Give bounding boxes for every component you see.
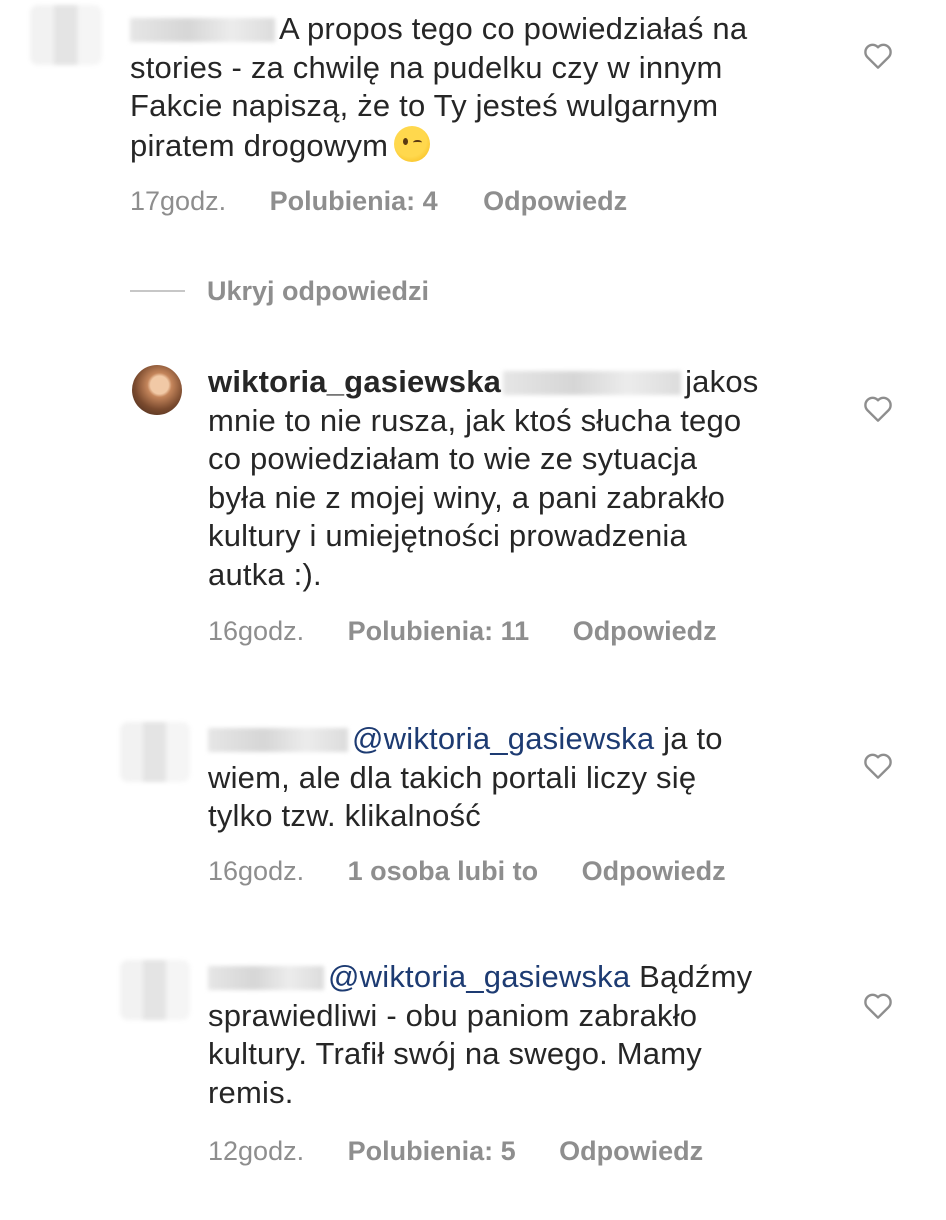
username[interactable]: wiktoria_gasiewska bbox=[208, 364, 501, 399]
timestamp: 12godz. bbox=[208, 1136, 305, 1166]
heart-outline-icon[interactable] bbox=[862, 990, 894, 1020]
comment-meta: 16godz. Polubienia: 11 Odpowiedz bbox=[208, 616, 717, 647]
comment-text: @wiktoria_gasiewska ja to wiem, ale dla … bbox=[208, 721, 723, 833]
reply-button[interactable]: Odpowiedz bbox=[559, 1136, 703, 1166]
heart-outline-icon[interactable] bbox=[862, 40, 894, 70]
avatar[interactable] bbox=[30, 5, 102, 65]
mention-link[interactable]: @wiktoria_gasiewska bbox=[352, 721, 654, 756]
comment-meta: 16godz. 1 osoba lubi to Odpowiedz bbox=[208, 856, 726, 887]
comment-text: @wiktoria_gasiewska Bądźmy sprawiedliwi … bbox=[208, 959, 753, 1110]
likes-count[interactable]: Polubienia: 11 bbox=[348, 616, 530, 646]
hide-replies-label: Ukryj odpowiedzi bbox=[207, 275, 430, 306]
reply-button[interactable]: Odpowiedz bbox=[582, 856, 726, 886]
comment-text: wiktoria_gasiewska jakos mnie to nie rusz… bbox=[208, 364, 759, 592]
comment-meta: 12godz. Polubienia: 5 Odpowiedz bbox=[208, 1136, 703, 1167]
mention-link[interactable]: @wiktoria_gasiewska bbox=[328, 959, 630, 994]
heart-outline-icon[interactable] bbox=[862, 393, 894, 423]
likes-count[interactable]: 1 osoba lubi to bbox=[348, 856, 539, 886]
timestamp: 16godz. bbox=[208, 856, 305, 886]
blurred-username[interactable] bbox=[208, 966, 324, 990]
reply-button[interactable]: Odpowiedz bbox=[573, 616, 717, 646]
comment-meta: 17godz. Polubienia: 4 Odpowiedz bbox=[130, 186, 627, 217]
timestamp: 17godz. bbox=[130, 186, 227, 216]
likes-count[interactable]: Polubienia: 5 bbox=[348, 1136, 516, 1166]
avatar[interactable] bbox=[120, 960, 190, 1020]
blurred-username[interactable] bbox=[503, 371, 682, 395]
timestamp: 16godz. bbox=[208, 616, 305, 646]
likes-count[interactable]: Polubienia: 4 bbox=[270, 186, 438, 216]
blurred-username[interactable] bbox=[208, 728, 348, 752]
avatar[interactable] bbox=[132, 365, 182, 415]
avatar[interactable] bbox=[120, 722, 190, 782]
heart-outline-icon[interactable] bbox=[862, 750, 894, 780]
divider bbox=[130, 290, 185, 292]
blurred-username[interactable] bbox=[130, 18, 275, 42]
comment-text: A propos tego co powiedziałaś na stories… bbox=[130, 11, 748, 163]
reply-button[interactable]: Odpowiedz bbox=[483, 186, 627, 216]
hide-replies-button[interactable]: Ukryj odpowiedzi bbox=[130, 275, 429, 307]
winking-face-emoji-icon bbox=[394, 125, 431, 162]
